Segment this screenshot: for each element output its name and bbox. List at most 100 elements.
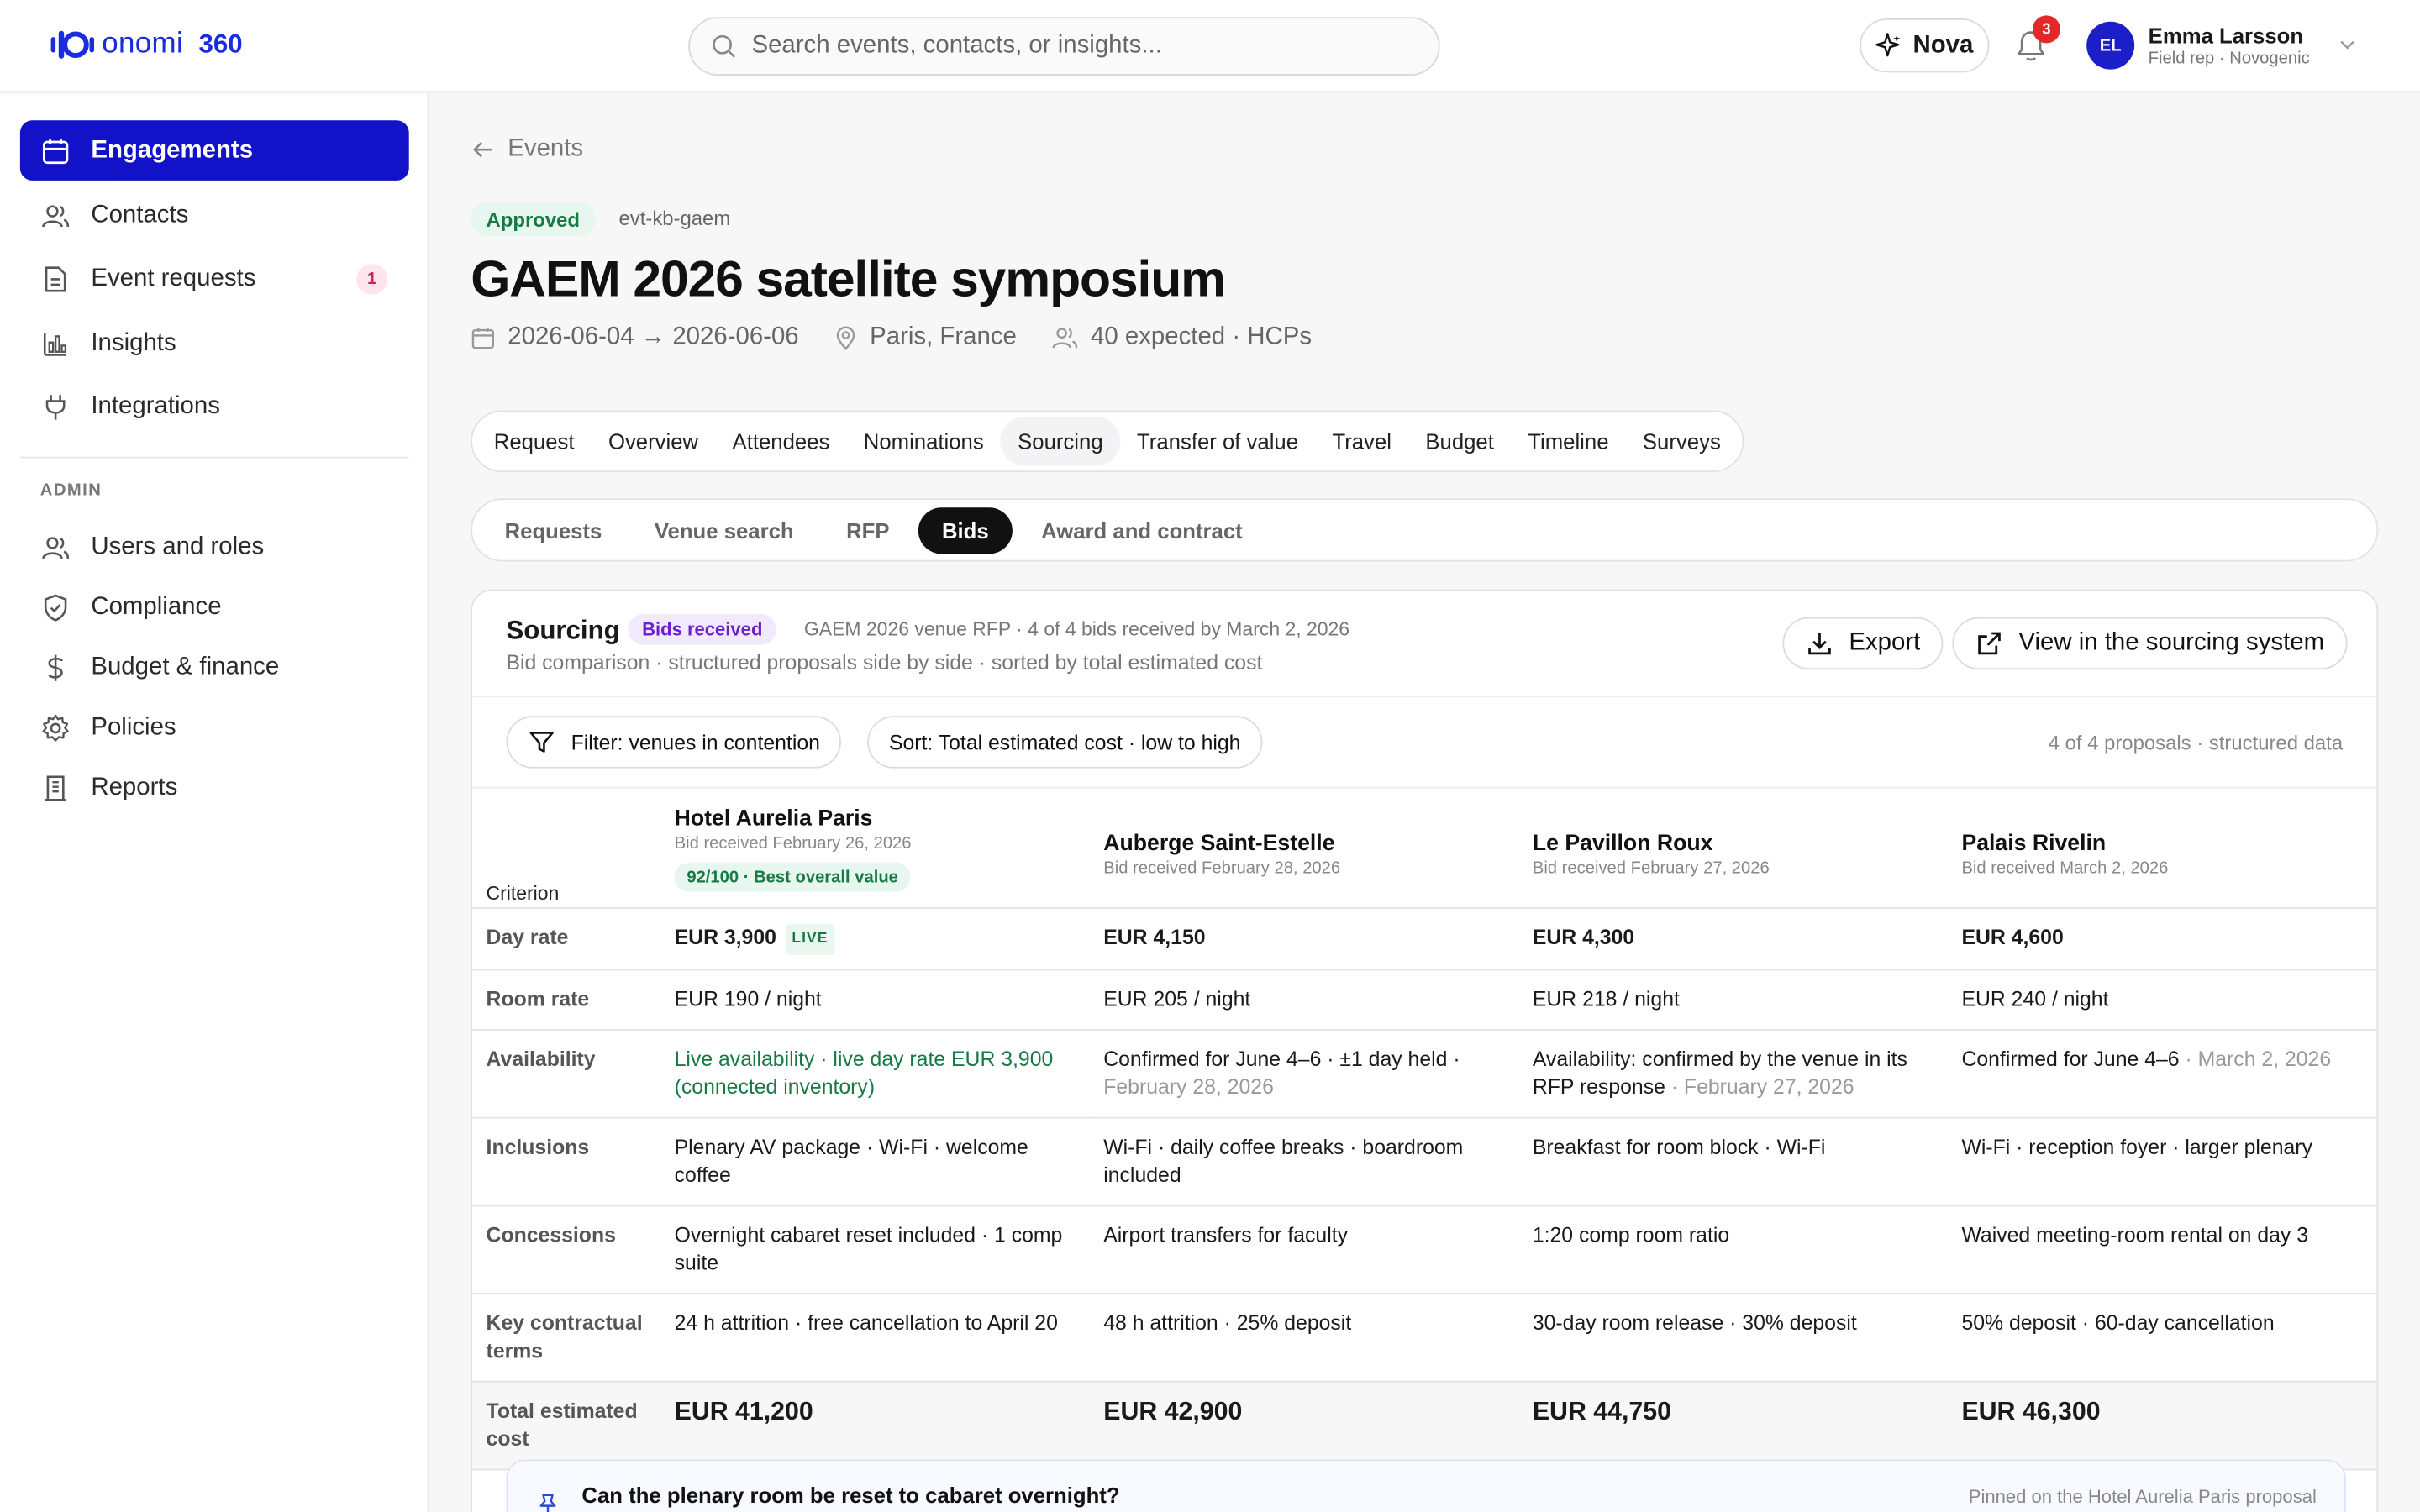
- notification-count-badge: 3: [2032, 15, 2060, 44]
- sidebar-item-budget-finance[interactable]: Budget & finance: [20, 638, 409, 698]
- availability-text: Confirmed for June 4–6: [1961, 1047, 2180, 1071]
- row-label: Key contractual terms: [472, 1294, 661, 1383]
- sort-chip[interactable]: Sort: Total estimated cost · low to high: [867, 716, 1263, 769]
- search-bar[interactable]: [688, 17, 1440, 76]
- table-row-total: Total estimated cost EUR 41,200 EUR 42,9…: [472, 1381, 2377, 1471]
- view-in-sourcing-system-button[interactable]: View in the sourcing system: [1952, 617, 2348, 670]
- sidebar-item-contacts[interactable]: Contacts: [20, 185, 409, 245]
- row-label: Concessions: [472, 1205, 661, 1294]
- sidebar-item-label: Users and roles: [91, 533, 265, 559]
- live-tag: LIVE: [785, 924, 834, 955]
- users-icon: [40, 200, 71, 231]
- tab-budget[interactable]: Budget: [1408, 417, 1511, 466]
- tab-transfer-of-value[interactable]: Transfer of value: [1120, 417, 1315, 466]
- requests-count-badge: 1: [356, 264, 388, 295]
- tab-timeline[interactable]: Timeline: [1511, 417, 1626, 466]
- export-button[interactable]: Export: [1782, 617, 1944, 670]
- back-label: Events: [508, 135, 584, 162]
- table-row-key-terms: Key contractual terms 24 h attrition · f…: [472, 1294, 2377, 1383]
- venue-column-header[interactable]: Le Pavillon Roux Bid received February 2…: [1518, 786, 1948, 909]
- sidebar: Engagements Contacts Event requests 1 In…: [0, 94, 429, 1512]
- filter-label: Filter: venues in contention: [571, 730, 820, 754]
- venue-column-header[interactable]: Auberge Saint-Estelle Bid received Febru…: [1089, 786, 1519, 909]
- table-cell: EUR 4,300: [1518, 907, 1948, 971]
- user-name[interactable]: Emma Larsson: [2149, 24, 2303, 48]
- sidebar-item-users-and-roles[interactable]: Users and roles: [20, 517, 409, 577]
- table-cell: Overnight cabaret reset included · 1 com…: [660, 1205, 1090, 1294]
- location-pin-icon: [835, 326, 855, 350]
- filter-chip[interactable]: Filter: venues in contention: [506, 716, 842, 769]
- avatar[interactable]: EL: [2086, 21, 2135, 70]
- row-label: Day rate: [472, 907, 661, 971]
- sidebar-item-engagements[interactable]: Engagements: [19, 120, 409, 181]
- export-label: Export: [1849, 629, 1921, 656]
- sidebar-item-policies[interactable]: Policies: [20, 697, 409, 758]
- table-cell: Breakfast for room block · Wi-Fi: [1518, 1117, 1948, 1207]
- search-input[interactable]: [751, 32, 1400, 60]
- sparkle-icon: [1876, 32, 1902, 56]
- availability-date: · February 27, 2026: [1665, 1075, 1854, 1099]
- subtab-venue-search[interactable]: Venue search: [631, 507, 817, 553]
- sidebar-item-insights[interactable]: Insights: [20, 313, 409, 374]
- chevron-down-icon[interactable]: [2337, 34, 2359, 55]
- table-cell: EUR 4,150: [1089, 907, 1519, 971]
- tab-overview[interactable]: Overview: [592, 417, 716, 466]
- availability-text: Confirmed for June 4–6 · ±1 day held ·: [1103, 1047, 1460, 1071]
- table-row-day-rate: Day rate EUR 3,900 LIVE EUR 4,150 EUR 4,3…: [472, 907, 2377, 971]
- users-icon: [1051, 328, 1077, 349]
- tab-sourcing[interactable]: Sourcing: [1000, 416, 1120, 466]
- subtab-bids[interactable]: Bids: [918, 507, 1013, 554]
- row-label: Inclusions: [472, 1117, 661, 1207]
- sidebar-item-label: Integrations: [91, 392, 220, 419]
- tab-nominations[interactable]: Nominations: [847, 417, 1001, 466]
- event-dates: 2026-06-04 → 2026-06-06: [508, 323, 799, 350]
- venue-column-header[interactable]: Palais Rivelin Bid received March 2, 202…: [1947, 786, 2377, 909]
- subtab-requests[interactable]: Requests: [481, 507, 625, 553]
- search-icon: [713, 34, 735, 58]
- subtab-rfp[interactable]: RFP: [823, 507, 913, 553]
- subtab-award-and-contract[interactable]: Award and contract: [1018, 507, 1266, 553]
- sidebar-item-label: Insights: [91, 329, 176, 356]
- venue-column-header[interactable]: Hotel Aurelia Paris Bid received Februar…: [660, 786, 1090, 909]
- tab-surveys[interactable]: Surveys: [1626, 417, 1738, 466]
- table-row-concessions: Concessions Overnight cabaret reset incl…: [472, 1205, 2377, 1294]
- nova-label: Nova: [1912, 31, 1974, 58]
- plug-icon: [40, 391, 71, 423]
- bid-comparison-card: Sourcing Bids received GAEM 2026 venue R…: [471, 589, 2379, 1512]
- sort-label: Sort: Total estimated cost · low to high: [888, 730, 1241, 754]
- table-cell: Confirmed for June 4–6 · ±1 day held · F…: [1089, 1029, 1519, 1119]
- table-cell: 48 h attrition · 25% deposit: [1089, 1294, 1519, 1383]
- sidebar-item-reports[interactable]: Reports: [20, 758, 409, 818]
- tab-travel[interactable]: Travel: [1315, 417, 1408, 466]
- table-cell: Waived meeting-room rental on day 3: [1947, 1205, 2377, 1294]
- sourcing-subtabs: Requests Venue search RFP Bids Award and…: [471, 498, 2379, 562]
- availability-date: February 28, 2026: [1103, 1075, 1274, 1099]
- table-cell: EUR 42,900: [1089, 1381, 1519, 1471]
- event-id: evt-kb-gaem: [618, 207, 731, 230]
- status-badge: Approved: [471, 202, 596, 237]
- event-attendance: 40 expected · HCPs: [1091, 323, 1313, 350]
- tab-attendees[interactable]: Attendees: [715, 417, 846, 466]
- tab-request[interactable]: Request: [477, 417, 592, 466]
- sidebar-divider: [19, 456, 409, 459]
- app-logo[interactable]: onomi 360: [50, 26, 243, 63]
- best-value-badge: 92/100 · Best overall value: [674, 862, 911, 892]
- sidebar-item-compliance[interactable]: Compliance: [20, 577, 409, 638]
- view-label: View in the sourcing system: [2018, 629, 2325, 656]
- table-cell: EUR 4,600: [1947, 907, 2377, 971]
- table-cell: Airport transfers for faculty: [1089, 1205, 1519, 1294]
- proposals-count: 4 of 4 proposals · structured data: [2048, 731, 2344, 755]
- venue-name: Hotel Aurelia Paris: [674, 806, 873, 832]
- document-icon: [40, 263, 71, 294]
- table-cell: EUR 240 / night: [1947, 969, 2377, 1031]
- pinned-question-text: Can the plenary room be reset to cabaret…: [581, 1483, 1120, 1508]
- sidebar-item-integrations[interactable]: Integrations: [20, 376, 409, 437]
- pinned-question[interactable]: Can the plenary room be reset to cabaret…: [506, 1459, 2346, 1512]
- sidebar-item-label: Policies: [91, 713, 176, 740]
- gear-icon: [40, 712, 71, 743]
- back-to-events-link[interactable]: Events: [471, 136, 583, 164]
- table-cell: Availability: confirmed by the venue in …: [1518, 1029, 1948, 1119]
- table-cell: EUR 218 / night: [1518, 969, 1948, 1031]
- sidebar-item-event-requests[interactable]: Event requests 1: [20, 249, 409, 309]
- nova-button[interactable]: Nova: [1860, 18, 1990, 73]
